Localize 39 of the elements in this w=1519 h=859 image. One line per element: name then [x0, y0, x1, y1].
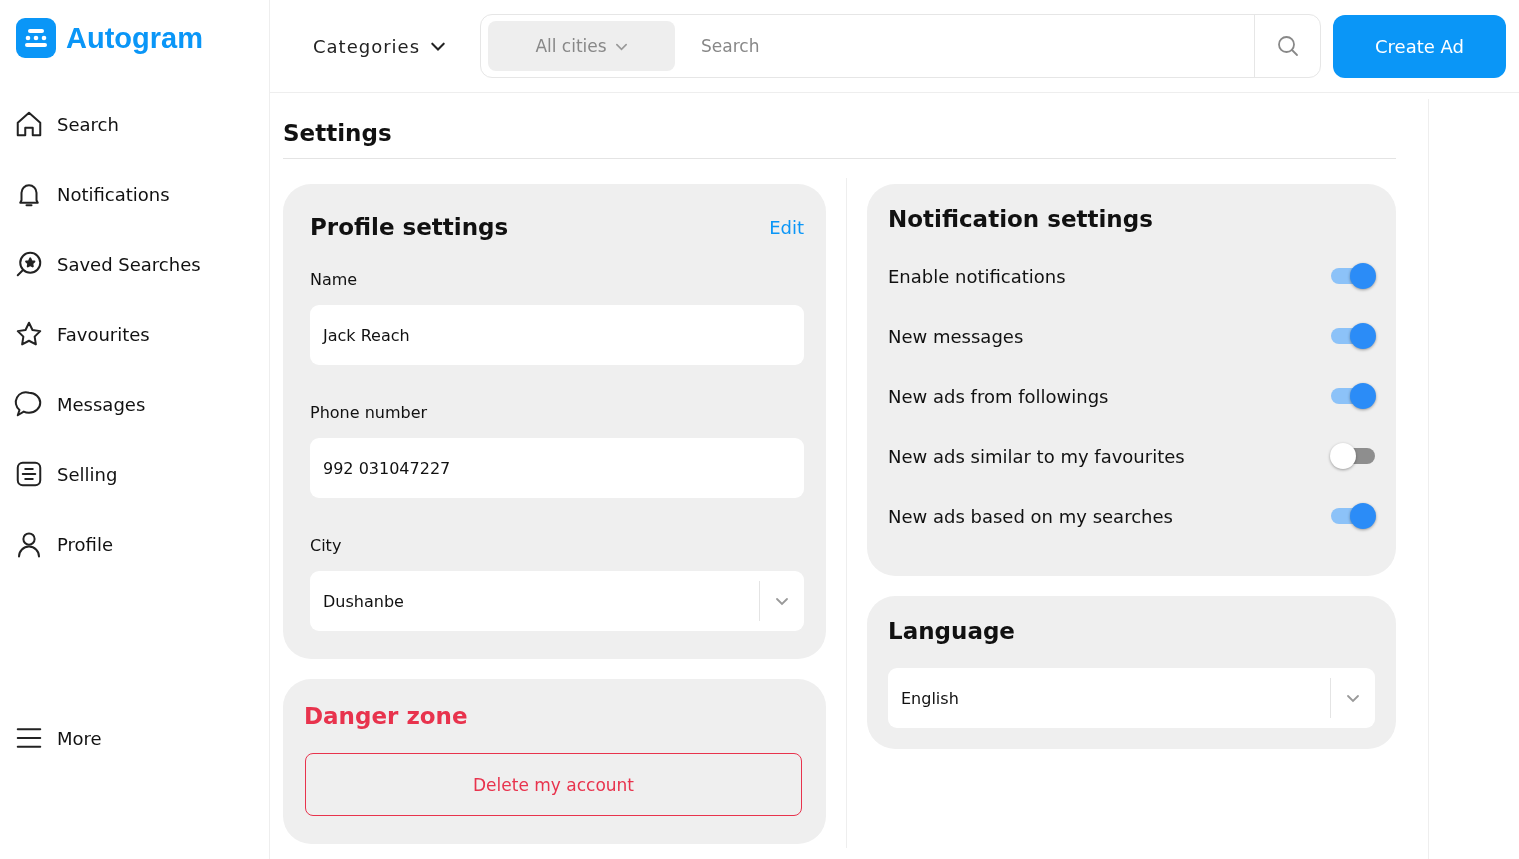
- list-card-icon: [14, 459, 44, 489]
- sidebar-item[interactable]: Notifications: [14, 159, 269, 229]
- setting-label: New messages: [888, 325, 1024, 347]
- setting-label: New ads based on my searches: [888, 505, 1173, 527]
- input-field[interactable]: 992 031047227: [310, 438, 804, 498]
- toggle-switch[interactable]: [1330, 382, 1376, 410]
- chat-bubble-icon: [14, 389, 44, 419]
- setting-label: New ads similar to my favourites: [888, 445, 1185, 467]
- field-label: City: [310, 536, 343, 555]
- card-title: Profile settings: [310, 214, 509, 240]
- brand-name: Autogram: [66, 21, 203, 55]
- card-title: Notification settings: [888, 206, 1154, 232]
- field-label: Phone number: [310, 403, 429, 422]
- sidebar-item[interactable]: Selling: [14, 439, 269, 509]
- setting-label: Enable notifications: [888, 265, 1066, 287]
- toggle-switch[interactable]: [1330, 322, 1376, 350]
- field-label: Name: [310, 270, 359, 289]
- home-icon: [14, 109, 44, 139]
- toggle-switch[interactable]: [1330, 262, 1376, 290]
- logo-icon: [16, 18, 56, 58]
- page-title: Settings: [283, 93, 1396, 159]
- sidebar-item[interactable]: Profile: [14, 509, 269, 579]
- sidebar-item[interactable]: Messages: [14, 369, 269, 439]
- more-button[interactable]: More: [14, 703, 269, 773]
- delete-account-button[interactable]: Delete my account: [305, 753, 802, 816]
- setting-label: New ads from followings: [888, 385, 1109, 407]
- star-search-icon: [14, 249, 44, 279]
- card-title: Language: [888, 618, 1016, 644]
- sidebar-item[interactable]: Saved Searches: [14, 229, 269, 299]
- categories-dropdown[interactable]: Categories: [313, 35, 447, 57]
- city-select[interactable]: Dushanbe: [310, 571, 804, 631]
- search-icon: [1275, 34, 1300, 58]
- sidebar-item[interactable]: Search: [14, 89, 269, 159]
- sidebar-item[interactable]: Favourites: [14, 299, 269, 369]
- toggle-switch[interactable]: [1330, 502, 1376, 530]
- language-select[interactable]: English: [888, 668, 1375, 728]
- danger-zone-title: Danger zone: [304, 703, 469, 729]
- input-field[interactable]: Jack Reach: [310, 305, 804, 365]
- toggle-switch[interactable]: [1330, 442, 1376, 470]
